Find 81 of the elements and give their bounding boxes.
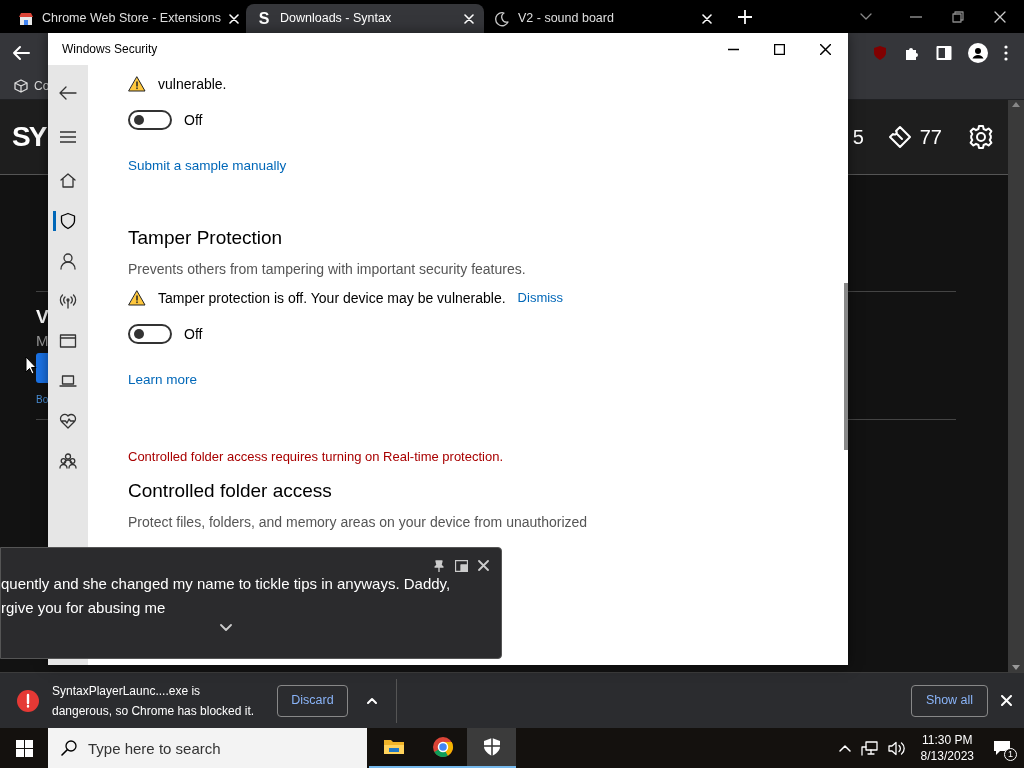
notification-icon[interactable] (993, 740, 1011, 756)
maximize-icon[interactable] (773, 43, 785, 55)
toggle-switch[interactable] (128, 110, 172, 130)
new-tab-icon[interactable] (738, 10, 752, 24)
window-icon[interactable] (455, 560, 468, 572)
warning-message: vulnerable. (158, 75, 227, 94)
tab-title: V2 - sound board (518, 10, 614, 28)
chevron-up-icon[interactable] (367, 697, 377, 704)
scroll-up-icon[interactable] (1012, 102, 1020, 107)
clock-date[interactable]: 8/13/2023 (920, 748, 974, 764)
section-heading: Controlled folder access (128, 481, 333, 503)
home-icon[interactable] (59, 172, 77, 190)
chevron-down-icon[interactable] (220, 624, 232, 632)
browser-tab[interactable]: V2 - sound board (484, 4, 722, 33)
browser-icon (431, 736, 454, 758)
store-icon (18, 10, 34, 27)
network-icon[interactable] (59, 292, 77, 310)
link[interactable]: Submit a sample manually (128, 156, 848, 228)
toggle-label: Off (184, 325, 203, 344)
health-icon[interactable] (59, 412, 77, 430)
sidebar-icon[interactable] (936, 44, 952, 61)
chevron-down-icon[interactable] (860, 13, 872, 21)
error-message: Controlled folder access requires turning on Real-time protection. (128, 448, 505, 466)
stat-count: 5 (852, 125, 864, 150)
browser-tab[interactable]: Chrome Web Store - Extensions (8, 4, 246, 33)
family-icon[interactable] (59, 452, 77, 470)
item-subtitle: M (36, 332, 49, 350)
section-description: Prevents others from tampering with important security features. (128, 260, 527, 279)
site-logo[interactable]: SY (12, 116, 46, 158)
cube-icon (14, 78, 28, 93)
page-scrollbar[interactable] (1008, 100, 1024, 672)
section-heading: Tamper Protection (128, 228, 284, 250)
caption-text: rgive you for abusing me (1, 598, 167, 618)
windows-start-icon[interactable] (15, 739, 33, 757)
shield-icon[interactable] (59, 212, 77, 230)
notification-count-badge: 1 (1004, 748, 1017, 761)
dismiss-link[interactable]: Dismiss (517, 288, 564, 308)
warning-message: Tamper protection is off. Your device may be vulnerable. (158, 289, 506, 308)
menu-icon[interactable] (60, 131, 76, 143)
restore-icon[interactable] (952, 11, 964, 23)
profile-icon[interactable] (968, 42, 988, 63)
stat-count: 77 (919, 125, 942, 150)
device-icon[interactable] (59, 372, 77, 390)
warning-icon (128, 76, 146, 92)
volume-icon[interactable] (887, 740, 905, 756)
caption-text: quently and she changed my name to tickle tips in anyways. Daddy, (1, 574, 452, 594)
toggle-label: Off (184, 111, 203, 130)
mouse-cursor-icon (25, 356, 37, 375)
moon-icon (494, 10, 510, 27)
settings-icon[interactable] (968, 124, 994, 150)
clock-time[interactable]: 11:30 PM (922, 732, 973, 748)
show-all-button[interactable]: Show all (911, 684, 988, 717)
search-icon (61, 740, 77, 756)
window-title: Windows Security (62, 41, 158, 58)
link[interactable]: Learn more (128, 370, 848, 442)
item-title: V (36, 306, 49, 328)
scroll-down-icon[interactable] (1012, 665, 1020, 670)
tab-title: Downloads - Syntax (280, 10, 392, 28)
error-icon (17, 689, 39, 712)
scrollbar-thumb[interactable] (844, 283, 848, 450)
chevron-up-icon[interactable] (838, 744, 851, 752)
close-icon[interactable] (819, 43, 831, 55)
back-arrow-icon[interactable] (59, 85, 77, 101)
tab-favicon: S (257, 8, 271, 29)
app-icon[interactable] (59, 332, 77, 350)
browser-tab[interactable]: S Downloads - Syntax (246, 4, 484, 33)
download-warning-text: SyntaxPlayerLaunc....exe is (52, 682, 201, 700)
menu-dots-icon[interactable] (1004, 44, 1008, 61)
taskbar-app[interactable] (467, 728, 516, 768)
toggle-switch[interactable] (128, 324, 172, 344)
warning-icon (128, 290, 146, 306)
network-icon[interactable] (860, 740, 878, 756)
ticket-icon (887, 125, 912, 149)
search-field[interactable]: Type here to search (48, 728, 367, 768)
discard-button[interactable]: Discard (277, 684, 348, 717)
item-link[interactable]: Bo (36, 392, 49, 407)
section-description: Protect files, folders, and memory areas on your device from unauthorized (128, 513, 589, 532)
pin-icon[interactable] (433, 560, 445, 572)
download-warning-text: dangerous, so Chrome has blocked it. (52, 702, 255, 720)
account-icon[interactable] (59, 252, 77, 270)
tab-title: Chrome Web Store - Extensions (42, 10, 221, 28)
